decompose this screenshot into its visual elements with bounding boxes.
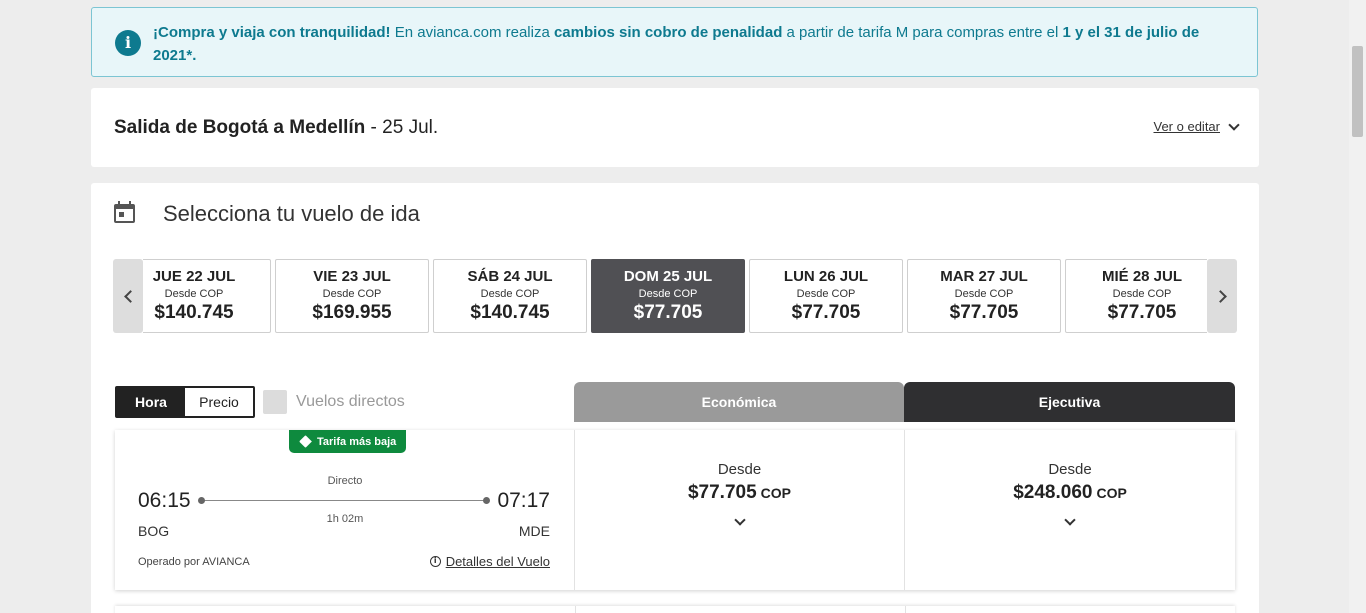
banner-text-segment: En avianca.com realiza	[390, 24, 554, 41]
date-option[interactable]: JUE 22 JUL Desde COP $140.745	[143, 259, 271, 333]
date-label: MAR 27 JUL	[940, 268, 1028, 285]
flight-duration: 1h 02m	[326, 513, 364, 525]
direct-flights-filter[interactable]: Vuelos directos	[263, 390, 405, 414]
tag-icon	[299, 435, 312, 448]
date-from-label: Desde COP	[638, 288, 698, 300]
banner-text: ¡Compra y viaja con tranquilidad! En avi…	[153, 21, 1233, 67]
date-price: $140.745	[154, 302, 234, 323]
flight-timeline	[198, 497, 490, 504]
banner-highlight: ¡Compra y viaja con tranquilidad!	[153, 24, 391, 41]
date-price: $77.705	[791, 302, 861, 323]
date-price: $77.705	[633, 302, 703, 323]
route-date: - 25 Jul.	[365, 117, 439, 138]
date-option[interactable]: MAR 27 JUL Desde COP $77.705	[907, 259, 1061, 333]
edit-search-button[interactable]: Ver o editar	[1153, 118, 1240, 134]
date-label: VIE 23 JUL	[313, 268, 391, 285]
executive-price: $248.060 COP	[905, 482, 1235, 504]
executive-fare-cell[interactable]: Desde $248.060 COP	[905, 430, 1235, 590]
lowest-fare-badge: Tarifa más baja	[289, 430, 407, 453]
chevron-down-icon	[733, 514, 746, 526]
tab-economy[interactable]: Económica	[574, 382, 904, 422]
operator-label: Operado por AVIANCA	[138, 556, 250, 568]
calendar-icon-body	[114, 204, 135, 223]
chevron-down-icon	[1228, 118, 1240, 131]
economy-price-value: $77.705	[687, 482, 757, 503]
arrival-time: 07:17	[497, 489, 550, 512]
date-option[interactable]: MIÉ 28 JUL Desde COP $77.705	[1065, 259, 1207, 333]
prev-dates-button[interactable]	[113, 259, 143, 333]
stops-label: Directo	[327, 475, 363, 487]
date-label: DOM 25 JUL	[623, 268, 713, 285]
sort-by-time-button[interactable]: Hora	[117, 388, 185, 416]
flight-info: Tarifa más baja Directo 06:15 07:17 1h 0…	[115, 430, 575, 590]
chevron-right-icon	[1213, 289, 1227, 303]
date-label: MIÉ 28 JUL	[1101, 268, 1183, 285]
tab-executive[interactable]: Ejecutiva	[904, 382, 1235, 422]
banner-text-segment: a partir de tarifa M para compras entre …	[782, 24, 1063, 41]
date-option[interactable]: SÁB 24 JUL Desde COP $140.745	[433, 259, 587, 333]
date-label: LUN 26 JUL	[783, 268, 869, 285]
date-carousel: JUE 22 JUL Desde COP $140.745 VIE 23 JUL…	[113, 259, 1237, 333]
direct-flights-checkbox[interactable]	[263, 390, 287, 414]
route-title: Salida de Bogotá a Medellín - 25 Jul.	[114, 117, 438, 139]
date-option-selected[interactable]: DOM 25 JUL Desde COP $77.705	[591, 259, 745, 333]
departure-time: 06:15	[138, 489, 191, 512]
origin-code: BOG	[138, 523, 170, 539]
date-from-label: Desde COP	[1112, 288, 1172, 300]
economy-price: $77.705 COP	[575, 482, 904, 504]
executive-price-value: $248.060	[1013, 482, 1093, 503]
date-from-label: Desde COP	[796, 288, 856, 300]
economy-from-label: Desde	[717, 461, 762, 478]
sort-toggle: Hora Precio	[115, 386, 255, 418]
chevron-down-icon	[1064, 514, 1076, 526]
column-divider	[905, 606, 906, 613]
route-cities: Salida de Bogotá a Medellín	[114, 117, 366, 138]
destination-code: MDE	[518, 523, 550, 539]
date-option[interactable]: VIE 23 JUL Desde COP $169.955	[275, 259, 429, 333]
info-circle-icon: i	[429, 556, 441, 567]
flight-selection-card: Selecciona tu vuelo de ida JUE 22 JUL De…	[91, 183, 1259, 613]
next-dates-button[interactable]	[1207, 259, 1237, 333]
info-banner: i ¡Compra y viaja con tranquilidad! En a…	[91, 7, 1258, 77]
banner-highlight: cambios sin cobro de penalidad	[553, 24, 783, 41]
direct-flights-label: Vuelos directos	[296, 393, 405, 410]
economy-currency: COP	[760, 485, 792, 501]
info-icon: i	[115, 30, 141, 56]
date-from-label: Desde COP	[480, 288, 540, 300]
timeline-end-dot	[483, 497, 490, 504]
route-summary-card: Salida de Bogotá a Medellín - 25 Jul. Ve…	[91, 88, 1259, 167]
date-price: $77.705	[949, 302, 1019, 323]
date-option[interactable]: LUN 26 JUL Desde COP $77.705	[749, 259, 903, 333]
executive-from-label: Desde	[1048, 461, 1092, 478]
badge-label: Tarifa más baja	[317, 435, 397, 448]
timeline-start-dot	[198, 497, 205, 504]
date-price: $77.705	[1107, 302, 1177, 323]
date-label: JUE 22 JUL	[152, 268, 236, 285]
flight-details-label: Detalles del Vuelo	[445, 554, 550, 569]
date-from-label: Desde COP	[164, 288, 224, 300]
column-divider	[575, 606, 576, 613]
date-from-label: Desde COP	[954, 288, 1014, 300]
scrollbar-thumb[interactable]	[1352, 46, 1363, 137]
chevron-left-icon	[123, 289, 137, 303]
date-from-label: Desde COP	[322, 288, 382, 300]
calendar-icon	[114, 201, 135, 223]
page-scrollbar[interactable]	[1349, 0, 1366, 613]
date-price: $140.745	[470, 302, 550, 323]
flight-details-link[interactable]: i Detalles del Vuelo	[429, 554, 550, 569]
sort-by-price-button[interactable]: Precio	[185, 388, 253, 416]
flight-row: Tarifa más baja Directo 06:15 07:17 1h 0…	[115, 430, 1235, 590]
economy-fare-cell[interactable]: Desde $77.705 COP	[575, 430, 905, 590]
date-price: $169.955	[312, 302, 392, 323]
executive-currency: COP	[1096, 485, 1127, 501]
section-title: Selecciona tu vuelo de ida	[163, 201, 420, 226]
edit-search-label: Ver o editar	[1153, 119, 1221, 134]
date-label: SÁB 24 JUL	[467, 268, 553, 285]
flight-row	[115, 606, 1235, 613]
calendar-icon-day	[119, 212, 124, 217]
dates-viewport: JUE 22 JUL Desde COP $140.745 VIE 23 JUL…	[143, 259, 1207, 333]
